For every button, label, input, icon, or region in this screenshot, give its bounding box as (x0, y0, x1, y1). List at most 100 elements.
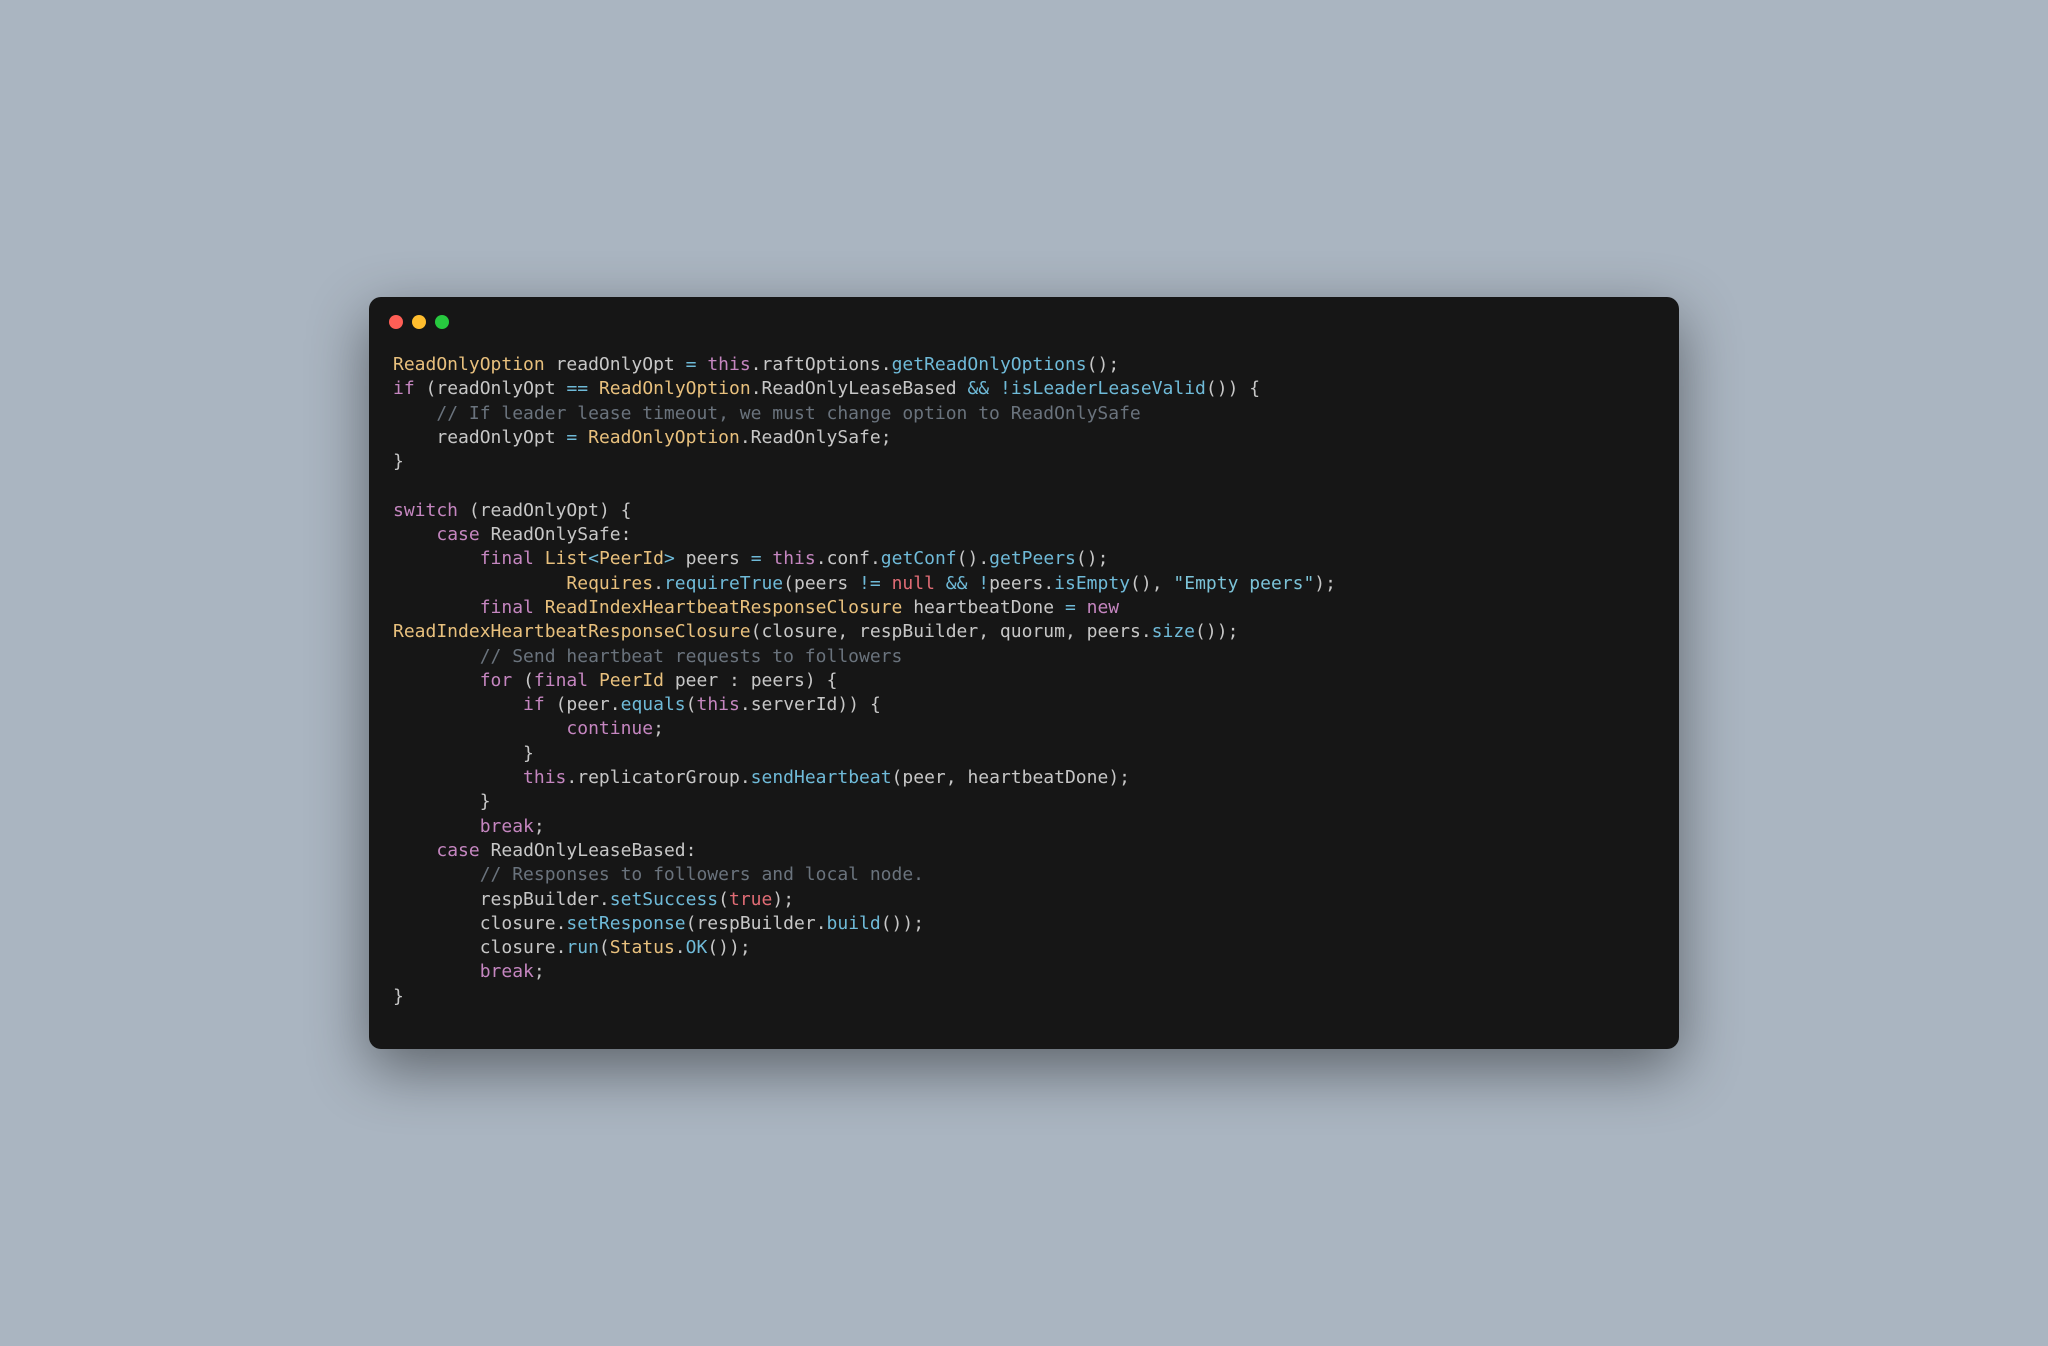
code-token: () (1130, 573, 1152, 594)
code-token: : (729, 670, 740, 691)
code-token: true (729, 889, 772, 910)
code-token: . (816, 548, 827, 569)
code-comment: // Responses to followers and local node… (480, 864, 924, 885)
close-icon[interactable] (389, 315, 403, 329)
code-token: . (740, 694, 751, 715)
code-token: { (827, 670, 838, 691)
code-token: = (566, 427, 577, 448)
code-token: this (697, 694, 740, 715)
code-token: readOnlyOpt (480, 500, 599, 521)
code-token: peer (566, 694, 609, 715)
code-token: () (1195, 621, 1217, 642)
code-token: . (556, 937, 567, 958)
code-token: . (599, 889, 610, 910)
code-token: switch (393, 500, 458, 521)
code-token: } (393, 986, 404, 1007)
code-token: ) (772, 889, 783, 910)
code-area: ReadOnlyOption readOnlyOpt = this.raftOp… (369, 333, 1679, 1049)
maximize-icon[interactable] (435, 315, 449, 329)
code-token: . (751, 354, 762, 375)
code-token: OK (686, 937, 708, 958)
code-token: requireTrue (664, 573, 783, 594)
code-token: case (436, 840, 479, 861)
code-token: this (707, 354, 750, 375)
code-token: , (837, 621, 848, 642)
code-token: < (588, 548, 599, 569)
code-token: case (436, 524, 479, 545)
code-token: getConf (881, 548, 957, 569)
code-token: ( (556, 694, 567, 715)
code-token: respBuilder (859, 621, 978, 642)
code-token: final (480, 548, 534, 569)
code-token: ( (718, 889, 729, 910)
code-token: ; (1098, 548, 1109, 569)
code-token: ReadOnlySafe (751, 427, 881, 448)
code-token: . (566, 767, 577, 788)
code-token: ) (1314, 573, 1325, 594)
code-token: . (870, 548, 881, 569)
code-token: ! (1000, 378, 1011, 399)
code-token: closure (480, 937, 556, 958)
code-token: serverId (751, 694, 838, 715)
code-token: readOnlyOpt (556, 354, 675, 375)
code-token: ( (469, 500, 480, 521)
code-token: . (1141, 621, 1152, 642)
code-token: ReadOnlyOption (588, 427, 740, 448)
code-token: PeerId (599, 548, 664, 569)
code-token: Status (610, 937, 675, 958)
code-token: ( (523, 670, 534, 691)
code-token: . (653, 573, 664, 594)
code-token: List (545, 548, 588, 569)
code-token: . (610, 694, 621, 715)
code-token: closure (761, 621, 837, 642)
code-token: = (686, 354, 697, 375)
code-token: ; (881, 427, 892, 448)
code-token: closure (480, 913, 556, 934)
code-token: () (1076, 548, 1098, 569)
code-token: ReadIndexHeartbeatResponseClosure (545, 597, 903, 618)
code-token: break (480, 961, 534, 982)
code-token: peers (794, 573, 848, 594)
code-token: != (859, 573, 881, 594)
code-token: () (1087, 354, 1109, 375)
code-token: this (523, 767, 566, 788)
code-token: PeerId (599, 670, 664, 691)
code-comment: // If leader lease timeout, we must chan… (436, 403, 1140, 424)
code-token: this (772, 548, 815, 569)
code-token: { (870, 694, 881, 715)
code-token: . (881, 354, 892, 375)
code-token: ( (426, 378, 437, 399)
code-token: { (621, 500, 632, 521)
code-token: ( (686, 694, 697, 715)
code-token: continue (566, 718, 653, 739)
minimize-icon[interactable] (412, 315, 426, 329)
code-token: ; (1228, 621, 1239, 642)
code-token: ; (913, 913, 924, 934)
code-token: ReadOnlyLeaseBased (491, 840, 686, 861)
code-token: ; (653, 718, 664, 739)
code-token: isEmpty (1054, 573, 1130, 594)
code-token: . (740, 767, 751, 788)
code-token: build (827, 913, 881, 934)
code-token: equals (621, 694, 686, 715)
code-window: ReadOnlyOption readOnlyOpt = this.raftOp… (369, 297, 1679, 1049)
code-token: quorum (1000, 621, 1065, 642)
code-token: . (740, 427, 751, 448)
code-token: () (881, 913, 903, 934)
code-token: size (1152, 621, 1195, 642)
code-token: null (892, 573, 935, 594)
code-token: replicatorGroup (577, 767, 740, 788)
code-token: ; (740, 937, 751, 958)
code-token: , (946, 767, 957, 788)
code-token: ) (902, 913, 913, 934)
code-token: ; (534, 961, 545, 982)
code-token: ; (534, 816, 545, 837)
code-token: peers (751, 670, 805, 691)
code-token: conf (827, 548, 870, 569)
code-token: ; (1119, 767, 1130, 788)
code-token: ReadOnlyOption (393, 354, 545, 375)
code-token: ( (686, 913, 697, 934)
code-token: sendHeartbeat (751, 767, 892, 788)
code-token: ! (978, 573, 989, 594)
code-token: ) (837, 694, 848, 715)
